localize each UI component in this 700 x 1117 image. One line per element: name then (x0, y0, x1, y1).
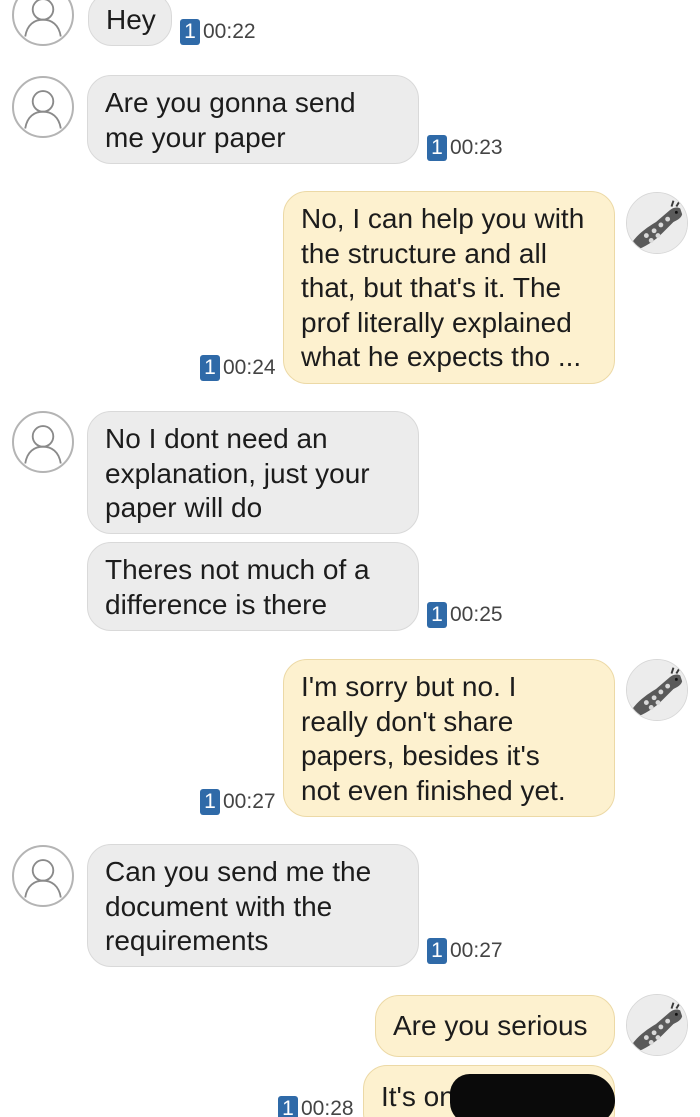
outgoing-message-bubble[interactable]: No, I can help you with the structure an… (283, 191, 615, 384)
sim-1-icon: 1 (180, 19, 200, 45)
message-text: Are you serious (393, 1010, 588, 1041)
message-meta: 1 00:27 (200, 789, 276, 815)
outgoing-message-bubble[interactable]: Are you serious (375, 995, 615, 1057)
incoming-message-bubble[interactable]: No I dont need an explanation, just your… (87, 411, 419, 534)
incoming-message-bubble[interactable]: Theres not much of a difference is there (87, 542, 419, 631)
giraffe-avatar-icon[interactable] (626, 192, 688, 254)
contact-avatar-icon[interactable] (12, 0, 74, 46)
message-line: No, I can help you with (301, 203, 585, 234)
message-time: 00:28 (301, 1097, 354, 1117)
message-meta: 1 00:28 (278, 1096, 354, 1117)
sim-1-icon: 1 (278, 1096, 298, 1117)
message-line: Theres not much of a (105, 554, 370, 585)
message-line: prof literally explained (301, 306, 572, 338)
message-meta: 1 00:22 (180, 19, 256, 45)
message-line: I'm sorry but no. I (301, 671, 517, 702)
message-time: 00:27 (450, 939, 503, 962)
message-time: 00:23 (450, 136, 503, 159)
message-line: not even finished yet. (301, 774, 566, 806)
message-line: what he expects tho ... (301, 341, 582, 372)
message-line: really don't share (301, 705, 514, 737)
giraffe-avatar-icon[interactable] (626, 994, 688, 1056)
message-meta: 1 00:23 (427, 135, 503, 161)
message-line: Can you send me the (105, 856, 372, 887)
message-meta: 1 00:24 (200, 355, 276, 381)
sim-1-icon: 1 (200, 789, 220, 815)
message-line: the structure and all (301, 237, 547, 269)
message-text: Hey (106, 4, 156, 35)
message-line: Are you gonna send (105, 87, 356, 118)
message-line: requirements (105, 925, 269, 956)
message-line: difference is there (105, 588, 328, 620)
message-time: 00:22 (203, 20, 256, 43)
sim-1-icon: 1 (427, 938, 447, 964)
message-line: paper will do (105, 492, 263, 523)
message-line: explanation, just your (105, 457, 370, 489)
message-thread[interactable]: Hey 1 00:22 Are you gonna send me your p… (0, 0, 700, 1117)
contact-avatar-icon[interactable] (12, 76, 74, 138)
incoming-message-bubble[interactable]: Are you gonna send me your paper (87, 75, 419, 164)
message-meta: 1 00:27 (427, 938, 503, 964)
sim-1-icon: 1 (427, 135, 447, 161)
message-line: papers, besides it's (301, 740, 540, 771)
message-meta: 1 00:25 (427, 602, 503, 628)
message-time: 00:27 (223, 790, 276, 813)
message-time: 00:24 (223, 356, 276, 379)
message-line: document with the (105, 890, 333, 922)
message-line: No I dont need an (105, 423, 328, 454)
sim-1-icon: 1 (427, 602, 447, 628)
sim-1-icon: 1 (200, 355, 220, 381)
message-line: that, but that's it. The (301, 272, 562, 303)
incoming-message-bubble[interactable]: Can you send me the document with the re… (87, 844, 419, 967)
incoming-message-bubble[interactable]: Hey (88, 0, 172, 46)
message-time: 00:25 (450, 603, 503, 626)
outgoing-message-bubble[interactable]: I'm sorry but no. I really don't share p… (283, 659, 615, 817)
contact-avatar-icon[interactable] (12, 845, 74, 907)
message-line: me your paper (105, 121, 286, 153)
giraffe-avatar-icon[interactable] (626, 659, 688, 721)
redaction-scribble (450, 1074, 615, 1117)
contact-avatar-icon[interactable] (12, 411, 74, 473)
